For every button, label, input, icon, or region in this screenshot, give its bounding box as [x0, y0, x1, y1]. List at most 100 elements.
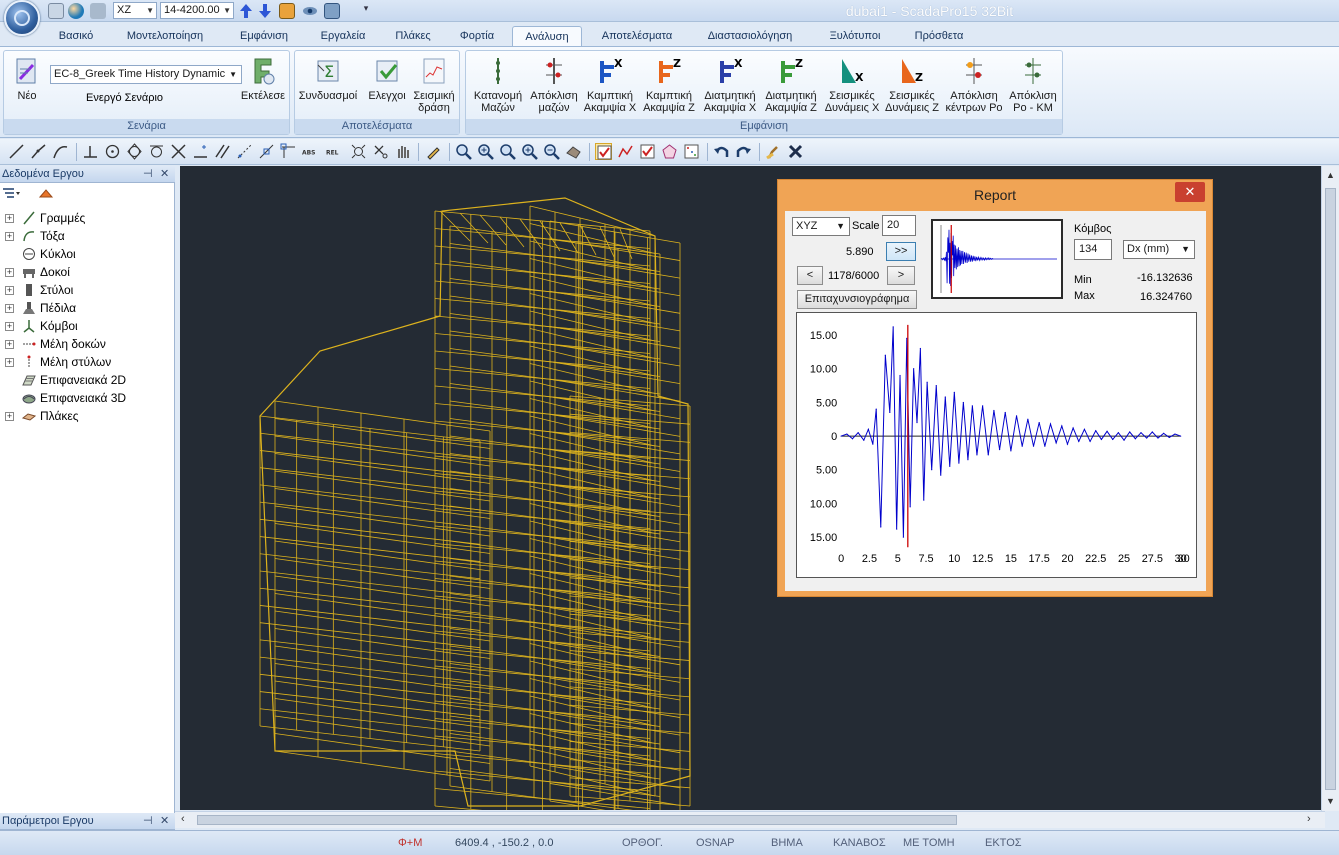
line-tool-icon[interactable]	[8, 143, 25, 160]
graph-icon[interactable]	[617, 143, 634, 160]
nearest-snap-icon[interactable]	[192, 143, 209, 160]
expand-icon[interactable]: +	[5, 268, 14, 277]
scroll-down-arrow-icon[interactable]: ▼	[1326, 796, 1335, 806]
zoom-extents-icon[interactable]	[565, 143, 582, 160]
checks-button[interactable]: Ελεγχοι	[365, 55, 409, 102]
shear-stiffness-z-button[interactable]: Z Διατμητική Ακαμψία Ζ	[760, 55, 822, 114]
tree-item-nodes[interactable]: + Κόμβοι	[0, 317, 170, 335]
shear-stiffness-x-button[interactable]: X Διατμητική Ακαμψία Χ	[700, 55, 760, 114]
relative-coords-icon[interactable]: REL	[326, 143, 346, 160]
pin-icon[interactable]: ⊣	[143, 166, 153, 183]
grid-toggle[interactable]: ΚΑΝΑΒΟΣ	[833, 837, 886, 849]
run-button[interactable]: Εκτέλεσε	[240, 55, 286, 102]
tab-modeling[interactable]: Μοντελοποίηση	[115, 26, 215, 46]
expand-icon[interactable]: +	[5, 304, 14, 313]
tab-formwork[interactable]: Ξυλότυποι	[820, 26, 890, 46]
scroll-left-arrow-icon[interactable]: ‹	[181, 813, 185, 825]
node-snap-icon[interactable]	[350, 143, 367, 160]
expand-icon[interactable]: +	[5, 286, 14, 295]
center-snap-icon[interactable]	[104, 143, 121, 160]
next-step-button[interactable]: >	[887, 266, 915, 285]
pencil-icon[interactable]	[425, 143, 442, 160]
application-menu-button[interactable]	[4, 0, 40, 36]
ortho-toggle[interactable]: ΟΡΘΟΓ.	[622, 837, 663, 849]
tab-analysis[interactable]: Ανάλυση	[512, 26, 582, 46]
redo-icon[interactable]	[735, 143, 752, 160]
scroll-thumb[interactable]	[1325, 188, 1336, 790]
play-button[interactable]: >>	[886, 242, 916, 261]
zoom-plus-icon[interactable]	[521, 143, 538, 160]
tab-slabs[interactable]: Πλάκες	[385, 26, 441, 46]
midpoint-snap-icon[interactable]	[258, 143, 275, 160]
tree-item-arcs[interactable]: + Τόξα	[0, 227, 170, 245]
intersection-snap-icon[interactable]	[170, 143, 187, 160]
tree-item-footings[interactable]: + Πέδιλα	[0, 299, 170, 317]
scenario-select[interactable]: EC-8_Greek Time History Dynamic ▼	[50, 65, 242, 84]
check-box-icon[interactable]	[639, 143, 656, 160]
quantity-select[interactable]: Dx (mm) ▼	[1123, 240, 1195, 259]
outside-toggle[interactable]: ΕΚΤΟΣ	[985, 837, 1022, 849]
no-snap-icon[interactable]	[372, 143, 389, 160]
tree-item-beam-members[interactable]: + Μέλη δοκών	[0, 335, 170, 353]
mass-distribution-button[interactable]: Κατανομή Μαζών	[468, 55, 528, 114]
mass-deviation-button[interactable]: Απόκλιση μαζών	[526, 55, 582, 114]
tree-item-surfaces-2d[interactable]: Επιφανειακά 2D	[0, 371, 170, 389]
clean-brush-icon[interactable]	[765, 143, 782, 160]
expand-icon[interactable]: +	[5, 322, 14, 331]
tab-design[interactable]: Διαστασιολόγηση	[695, 26, 805, 46]
select-check-icon[interactable]	[595, 143, 612, 160]
tab-view[interactable]: Εμφάνιση	[228, 26, 300, 46]
close-icon[interactable]: ✕	[1175, 182, 1205, 202]
absolute-coords-icon[interactable]: ABS	[302, 143, 322, 160]
ro-km-deviation-button[interactable]: Απόκλιση Ρο - ΚΜ	[1004, 55, 1062, 114]
scale-input[interactable]: 20	[882, 215, 916, 236]
arc-tool-icon[interactable]	[52, 143, 69, 160]
accelerogram-button[interactable]: Επιταχυνσιογράφημα	[797, 290, 917, 309]
tree-item-slabs[interactable]: + Πλάκες	[0, 407, 170, 425]
tab-results[interactable]: Αποτελέσματα	[592, 26, 682, 46]
tree-item-columns[interactable]: + Στύλοι	[0, 281, 170, 299]
node-input[interactable]: 134	[1074, 239, 1112, 260]
quadrant-snap-icon[interactable]	[126, 143, 143, 160]
tree-item-surfaces-3d[interactable]: Επιφανειακά 3D	[0, 389, 170, 407]
tab-loads[interactable]: Φορτία	[449, 26, 505, 46]
tree-item-lines[interactable]: + Γραμμές	[0, 209, 170, 227]
polygon-icon[interactable]	[661, 143, 678, 160]
tangent-snap-icon[interactable]	[148, 143, 165, 160]
pin-icon[interactable]: ⊣	[143, 813, 153, 830]
delete-icon[interactable]	[787, 143, 804, 160]
zoom-previous-icon[interactable]	[499, 143, 516, 160]
new-scenario-button[interactable]: Νέο	[8, 55, 46, 102]
grid-icon[interactable]	[683, 143, 700, 160]
scroll-thumb[interactable]	[197, 815, 957, 825]
snap-mode-indicator[interactable]: Φ+Μ	[398, 837, 422, 849]
combinations-button[interactable]: Σ Συνδυασμοί	[297, 55, 359, 102]
prev-step-button[interactable]: <	[797, 266, 823, 285]
center-deviation-button[interactable]: Απόκλιση κέντρων Ρο	[942, 55, 1006, 114]
zoom-window-icon[interactable]	[455, 143, 472, 160]
step-toggle[interactable]: ΒΗΜΑ	[771, 837, 803, 849]
viewport-vertical-scrollbar[interactable]: ▲ ▼	[1321, 166, 1339, 811]
close-panel-icon[interactable]: ✕	[160, 813, 169, 830]
expand-icon[interactable]: +	[5, 340, 14, 349]
zoom-out-icon[interactable]	[543, 143, 560, 160]
seismic-forces-x-button[interactable]: X Σεισμικές Δυνάμεις Χ	[822, 55, 882, 114]
undo-icon[interactable]	[713, 143, 730, 160]
bending-stiffness-z-button[interactable]: Z Καμπτική Ακαμψία Ζ	[640, 55, 698, 114]
seismic-forces-z-button[interactable]: Z Σεισμικές Δυνάμεις Ζ	[882, 55, 942, 114]
seismic-action-button[interactable]: Σεισμική δράση	[409, 55, 459, 114]
polyline-tool-icon[interactable]	[30, 143, 47, 160]
project-parameters-header[interactable]: Παράμετροι Εργου ⊣ ✕	[0, 813, 175, 830]
tree-item-column-members[interactable]: + Μέλη στύλων	[0, 353, 170, 371]
bending-stiffness-x-button[interactable]: X Καμπτική Ακαμψία Χ	[582, 55, 638, 114]
parallel-snap-icon[interactable]	[214, 143, 231, 160]
perpendicular-snap-icon[interactable]	[82, 143, 99, 160]
scroll-up-arrow-icon[interactable]: ▲	[1326, 170, 1335, 180]
extend-snap-icon[interactable]	[236, 143, 253, 160]
tree-refresh-icon[interactable]	[38, 187, 54, 201]
direction-select[interactable]: XYZ ▼	[792, 217, 850, 236]
tree-item-beams[interactable]: + Δοκοί	[0, 263, 170, 281]
scroll-right-arrow-icon[interactable]: ›	[1307, 813, 1311, 825]
tree-filter-icon[interactable]	[2, 187, 22, 201]
expand-icon[interactable]: +	[5, 232, 14, 241]
